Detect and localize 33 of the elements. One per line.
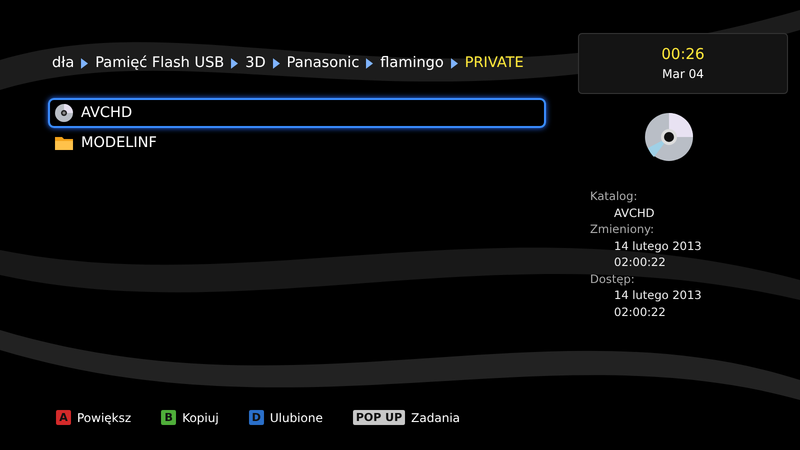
file-list-item[interactable]: MODELINF [48, 128, 546, 158]
breadcrumb-arrow-icon [81, 58, 88, 68]
breadcrumb-arrow-icon [366, 58, 374, 68]
detail-value: 02:00:22 [613, 254, 667, 270]
detail-label: Zmieniony: [590, 221, 656, 238]
remote-key-badge: B [161, 410, 176, 425]
detail-value: 14 lutego 2013 [613, 287, 703, 304]
remote-key-badge: POP UP [352, 410, 406, 425]
breadcrumb-item[interactable]: Panasonic [286, 55, 360, 71]
detail-value: 02:00:22 [613, 304, 667, 320]
remote-key-badge: A [56, 410, 71, 425]
breadcrumb-arrow-icon [272, 58, 280, 68]
breadcrumb-item[interactable]: 3D [245, 55, 266, 71]
breadcrumb-item[interactable]: flamingo [380, 55, 444, 71]
breadcrumb-item[interactable]: Pamięć Flash USB [95, 55, 224, 71]
key-hint-label: Powiększ [77, 410, 132, 424]
clock-date: Mar 04 [662, 67, 704, 81]
detail-value: 14 lutego 2013 [613, 238, 703, 254]
detail-label: Katalog: [590, 188, 638, 204]
clock-time: 00:26 [661, 45, 705, 63]
remote-key-badge: D [248, 410, 264, 425]
breadcrumb-arrow-icon [450, 58, 458, 68]
breadcrumb-item[interactable]: PRIVATE [464, 55, 524, 71]
disc-icon [644, 112, 694, 162]
breadcrumb-item[interactable]: dła [52, 55, 74, 71]
detail-label: Dostęp: [590, 270, 636, 287]
disc-icon [54, 103, 74, 123]
breadcrumb-arrow-icon [231, 58, 238, 68]
key-hint-label: Ulubione [270, 410, 323, 424]
key-hint-label: Kopiuj [182, 410, 219, 424]
detail-value: AVCHD [613, 204, 656, 221]
file-list-item[interactable]: AVCHD [48, 98, 546, 128]
key-hint-label: Zadania [411, 410, 460, 424]
